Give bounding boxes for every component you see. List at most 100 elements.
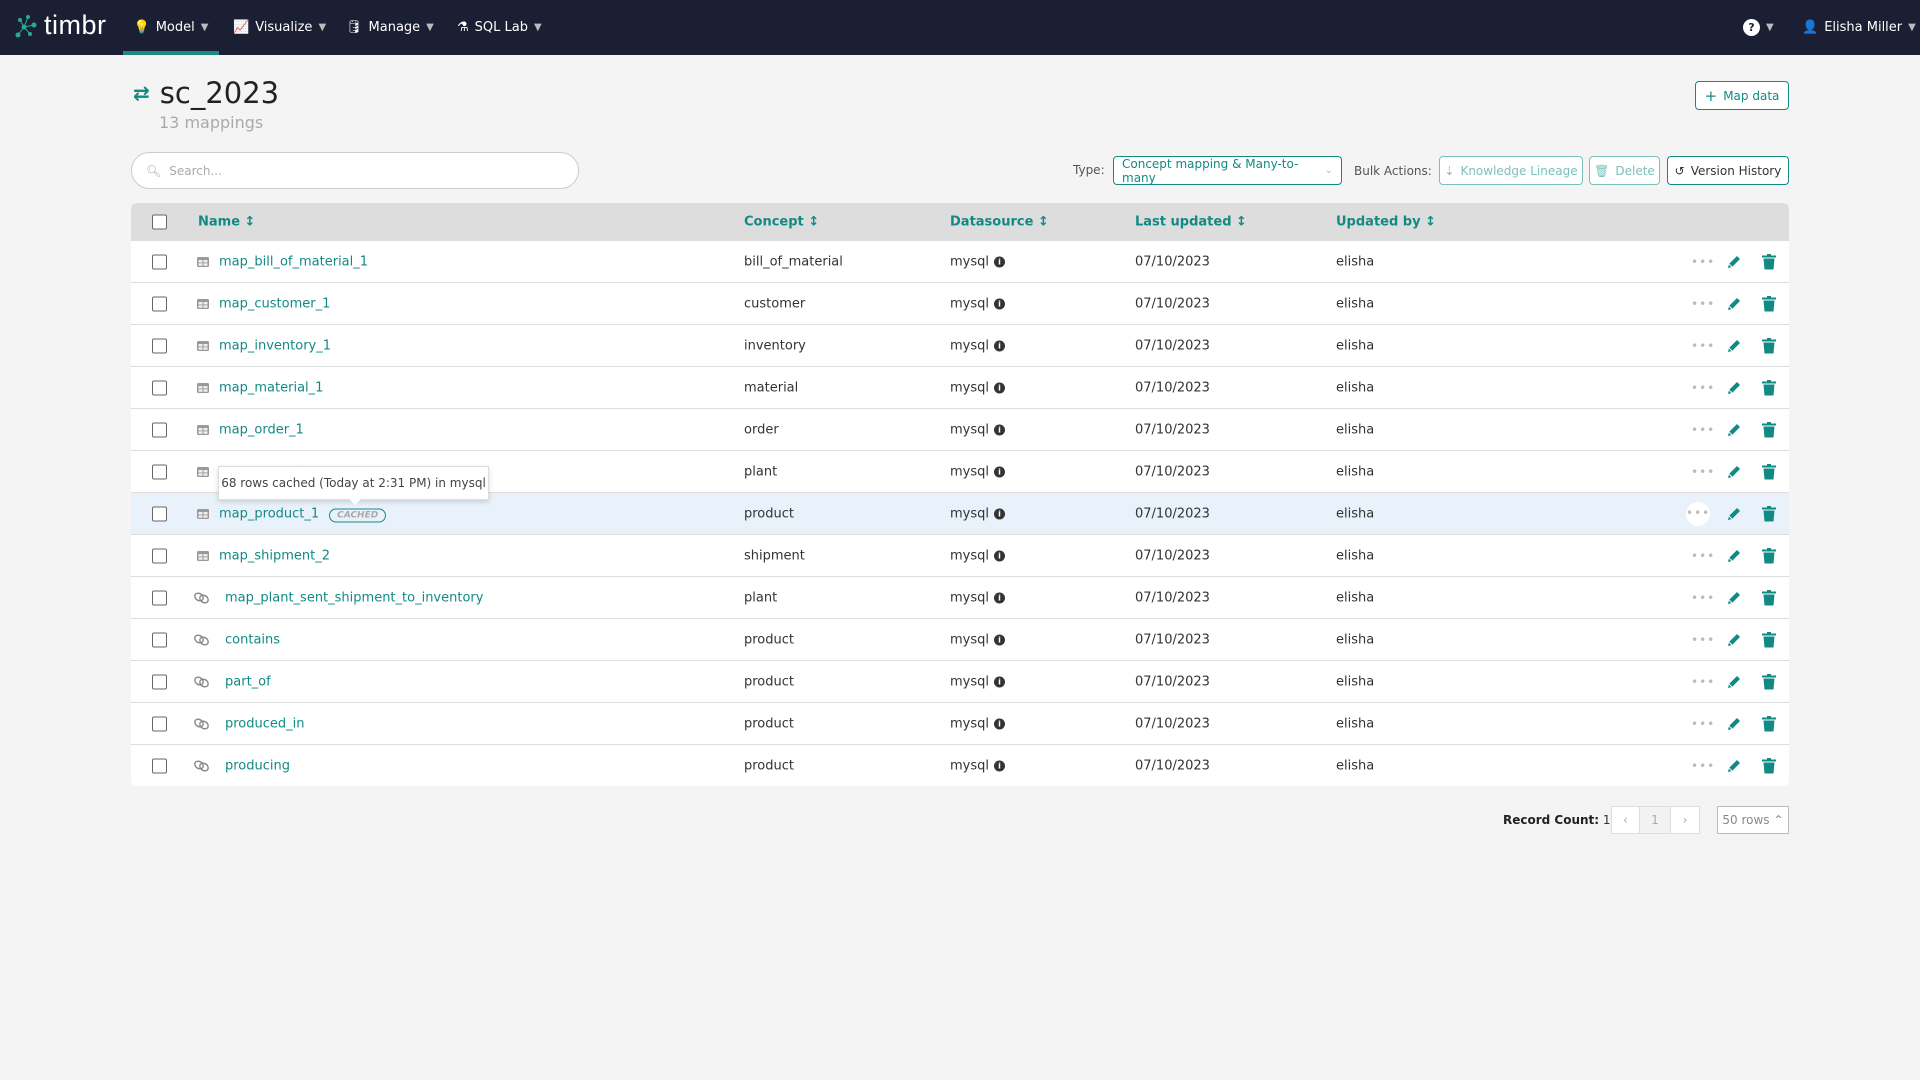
mapping-name-link[interactable]: producing [225,758,290,773]
row-checkbox[interactable] [152,338,167,353]
info-icon[interactable]: i [994,760,1005,771]
mapping-name-link[interactable]: produced_in [225,716,305,731]
page-number[interactable]: 1 [1639,806,1671,834]
table-row[interactable]: map_material_1 material mysql i 07/10/202… [131,366,1789,408]
delete-trash-icon[interactable] [1762,547,1776,564]
edit-pencil-icon[interactable] [1726,422,1742,438]
row-checkbox[interactable] [152,716,167,731]
edit-pencil-icon[interactable] [1726,380,1742,396]
table-row[interactable]: produced_in product mysql i 07/10/2023 el… [131,702,1789,744]
version-history-button[interactable]: ↺ Version History [1667,156,1789,185]
more-actions-icon[interactable]: ••• [1691,255,1715,269]
info-icon[interactable]: i [994,424,1005,435]
nav-sql-lab[interactable]: ⚗ SQL Lab ▼ [457,0,542,55]
more-actions-icon[interactable]: ••• [1691,381,1715,395]
delete-trash-icon[interactable] [1762,715,1776,732]
more-actions-icon[interactable]: ••• [1691,465,1715,479]
table-row[interactable]: map_inventory_1 inventory mysql i 07/10/2… [131,324,1789,366]
nav-manage[interactable]: 🛢 Manage ▼ [346,0,434,55]
row-checkbox[interactable] [152,548,167,563]
more-actions-icon[interactable]: ••• [1691,675,1715,689]
delete-trash-icon[interactable] [1762,589,1776,606]
column-datasource[interactable]: Datasource ↕ [950,214,1049,229]
delete-trash-icon[interactable] [1762,421,1776,438]
info-icon[interactable]: i [994,382,1005,393]
edit-pencil-icon[interactable] [1726,632,1742,648]
mapping-name-link[interactable]: map_bill_of_material_1 [219,254,368,269]
mapping-name-link[interactable]: map_shipment_2 [219,548,330,563]
select-all-checkbox[interactable] [152,214,167,229]
column-concept[interactable]: Concept ↕ [744,214,819,229]
rows-per-page-select[interactable]: 50 rows ⌃ [1717,806,1789,834]
info-icon[interactable]: i [994,508,1005,519]
info-icon[interactable]: i [994,340,1005,351]
timbr-logo[interactable]: timbr [14,10,107,41]
row-checkbox[interactable] [152,506,167,521]
info-icon[interactable]: i [994,550,1005,561]
table-row[interactable]: map_plant_sent_shipment_to_inventory pla… [131,576,1789,618]
mapping-name-link[interactable]: map_inventory_1 [219,338,331,353]
table-row[interactable]: map_shipment_2 shipment mysql i 07/10/202… [131,534,1789,576]
user-menu[interactable]: 👤 Elisha Miller ▼ [1802,0,1916,55]
info-icon[interactable]: i [994,466,1005,477]
table-row[interactable]: map_bill_of_material_1 bill_of_material … [131,240,1789,282]
info-icon[interactable]: i [994,256,1005,267]
row-checkbox[interactable] [152,758,167,773]
edit-pencil-icon[interactable] [1726,296,1742,312]
mapping-name-link[interactable]: map_plant_sent_shipment_to_inventory [225,590,483,605]
delete-trash-icon[interactable] [1762,337,1776,354]
more-actions-icon[interactable]: ••• [1686,501,1710,526]
column-last-updated[interactable]: Last updated ↕ [1135,214,1247,229]
more-actions-icon[interactable]: ••• [1691,759,1715,773]
edit-pencil-icon[interactable] [1726,506,1742,522]
delete-trash-icon[interactable] [1762,505,1776,522]
column-updated-by[interactable]: Updated by ↕ [1336,214,1436,229]
delete-trash-icon[interactable] [1762,631,1776,648]
info-icon[interactable]: i [994,592,1005,603]
next-page-button[interactable]: › [1670,806,1700,834]
mapping-name-link[interactable]: contains [225,632,280,647]
more-actions-icon[interactable]: ••• [1691,633,1715,647]
row-checkbox[interactable] [152,422,167,437]
edit-pencil-icon[interactable] [1726,338,1742,354]
map-data-button[interactable]: + Map data [1695,81,1789,110]
row-checkbox[interactable] [152,296,167,311]
edit-pencil-icon[interactable] [1726,254,1742,270]
delete-trash-icon[interactable] [1762,757,1776,774]
delete-trash-icon[interactable] [1762,463,1776,480]
edit-pencil-icon[interactable] [1726,674,1742,690]
edit-pencil-icon[interactable] [1726,590,1742,606]
more-actions-icon[interactable]: ••• [1691,717,1715,731]
type-select[interactable]: Concept mapping & Many-to-many ⌄ [1113,156,1342,185]
prev-page-button[interactable]: ‹ [1611,806,1640,834]
bulk-delete-button[interactable]: 🗑︎ Delete [1589,156,1660,185]
more-actions-icon[interactable]: ••• [1691,591,1715,605]
info-icon[interactable]: i [994,676,1005,687]
row-checkbox[interactable] [152,464,167,479]
row-checkbox[interactable] [152,674,167,689]
nav-model[interactable]: 💡 Model ▼ [123,0,219,55]
mapping-name-link[interactable]: map_product_1 CACHED [219,506,387,522]
info-icon[interactable]: i [994,634,1005,645]
delete-trash-icon[interactable] [1762,379,1776,396]
edit-pencil-icon[interactable] [1726,716,1742,732]
more-actions-icon[interactable]: ••• [1691,297,1715,311]
more-actions-icon[interactable]: ••• [1691,423,1715,437]
row-checkbox[interactable] [152,590,167,605]
info-icon[interactable]: i [994,718,1005,729]
delete-trash-icon[interactable] [1762,253,1776,270]
delete-trash-icon[interactable] [1762,295,1776,312]
mapping-name-link[interactable]: map_order_1 [219,422,304,437]
table-row[interactable]: map_order_1 order mysql i 07/10/2023 elis… [131,408,1789,450]
table-row[interactable]: producing product mysql i 07/10/2023 elis… [131,744,1789,786]
column-name[interactable]: Name ↕ [198,214,255,229]
knowledge-lineage-button[interactable]: ⇣ Knowledge Lineage [1439,156,1583,185]
row-checkbox[interactable] [152,254,167,269]
info-icon[interactable]: i [994,298,1005,309]
more-actions-icon[interactable]: ••• [1691,549,1715,563]
mapping-name-link[interactable]: map_material_1 [219,380,323,395]
table-row[interactable]: part_of product mysql i 07/10/2023 elisha… [131,660,1789,702]
table-row[interactable]: contains product mysql i 07/10/2023 elish… [131,618,1789,660]
row-checkbox[interactable] [152,380,167,395]
search-input[interactable]: 🔍︎ Search... [131,152,579,189]
